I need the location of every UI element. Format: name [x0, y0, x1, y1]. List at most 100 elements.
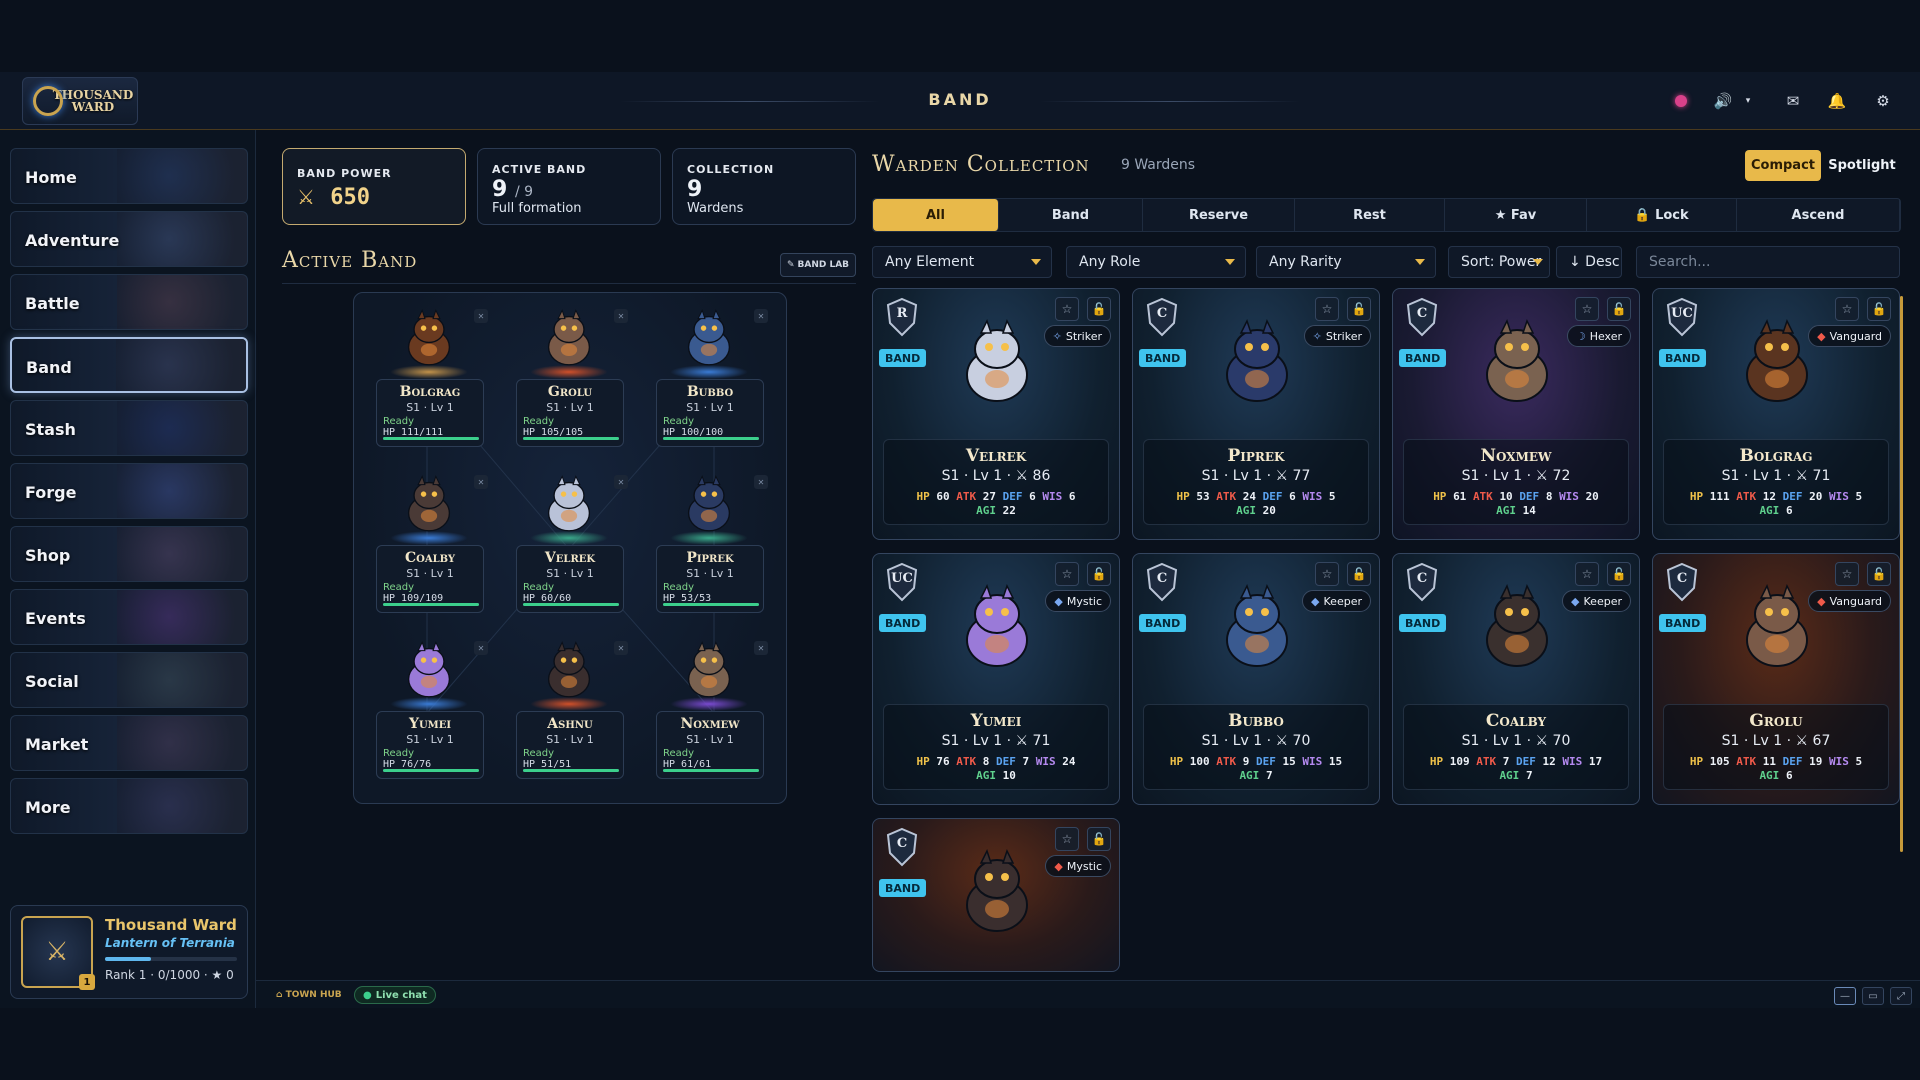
favorite-star-icon[interactable]: ☆: [1575, 297, 1599, 321]
tab-fav[interactable]: ★ Fav: [1445, 199, 1587, 231]
view-compact-button[interactable]: Compact: [1745, 150, 1821, 181]
warden-card[interactable]: C BAND ☆ 🔓 ◆ Mystic: [872, 818, 1120, 972]
role-filter-select[interactable]: Any Role: [1066, 246, 1246, 278]
view-spotlight-button[interactable]: Spotlight: [1824, 150, 1900, 181]
minimize-icon[interactable]: —: [1834, 987, 1856, 1005]
tab-rest[interactable]: Rest: [1295, 199, 1445, 231]
rarity-filter-select[interactable]: Any Rarity: [1256, 246, 1436, 278]
lock-icon[interactable]: 🔓: [1607, 562, 1631, 586]
warden-card[interactable]: C BAND ☆ 🔓 ☽ Hexer Noxmew S1 · Lv 1 · ⚔ 72 HP 61…: [1392, 288, 1640, 540]
tab-lock[interactable]: 🔒 Lock: [1587, 199, 1737, 231]
band-slot[interactable]: ✕ Ashnu S1 · Lv 1 Ready HP 51/51: [512, 633, 628, 791]
collection-title: Warden Collection: [872, 152, 1090, 177]
sidebar-item-band[interactable]: Band: [10, 337, 248, 393]
band-slot[interactable]: ✕ Bolgrag S1 · Lv 1 Ready HP 111/111: [372, 301, 488, 459]
sidebar-item-more[interactable]: More: [10, 778, 248, 834]
remove-icon[interactable]: ✕: [614, 475, 628, 489]
remove-icon[interactable]: ✕: [754, 641, 768, 655]
tab-ascend[interactable]: Ascend: [1737, 199, 1900, 231]
live-chat-label: Live chat: [375, 989, 427, 1001]
favorite-star-icon[interactable]: ☆: [1835, 562, 1859, 586]
lock-icon[interactable]: 🔓: [1347, 562, 1371, 586]
lock-icon[interactable]: 🔓: [1087, 297, 1111, 321]
warden-level: S1 · Lv 1: [686, 567, 734, 580]
warden-card[interactable]: UC BAND ☆ 🔓 ◆ Vanguard Bolgrag S1 · Lv 1 · ⚔ 71…: [1652, 288, 1900, 540]
speaker-icon[interactable]: 🔊: [1708, 86, 1738, 116]
favorite-star-icon[interactable]: ☆: [1835, 297, 1859, 321]
tab-band[interactable]: Band: [999, 199, 1143, 231]
settings-icon[interactable]: ⚙: [1868, 86, 1898, 116]
sidebar-item-battle[interactable]: Battle: [10, 274, 248, 330]
warden-stats: HP 61 ATK 10 DEF 8 WIS 20 AGI 14: [1404, 490, 1628, 518]
sidebar-item-shop[interactable]: Shop: [10, 526, 248, 582]
hp-bar: [383, 603, 479, 606]
lock-icon[interactable]: 🔓: [1867, 562, 1891, 586]
lock-icon[interactable]: 🔓: [1607, 297, 1631, 321]
sidebar-item-events[interactable]: Events: [10, 589, 248, 645]
warden-card[interactable]: UC BAND ☆ 🔓 ◆ Mystic Yumei S1 · Lv 1 · ⚔ 71 HP 7…: [872, 553, 1120, 805]
lock-icon[interactable]: 🔓: [1347, 297, 1371, 321]
player-profile-card[interactable]: ⚔ 1 Thousand Ward Lantern of Terrania Ra…: [10, 905, 248, 999]
warden-status: Ready: [523, 416, 555, 427]
town-hub-link[interactable]: ⌂ TOWN HUB: [276, 990, 342, 1000]
warden-name: Grolu: [547, 384, 593, 400]
sort-order-button[interactable]: ↓ Desc: [1556, 246, 1622, 278]
band-slot[interactable]: ✕ Grolu S1 · Lv 1 Ready HP 105/105: [512, 301, 628, 459]
sort-select[interactable]: Sort: Power: [1448, 246, 1550, 278]
favorite-star-icon[interactable]: ☆: [1315, 297, 1339, 321]
warden-sprite: [394, 471, 464, 539]
agi-stat-value: 6: [1785, 504, 1793, 517]
band-slot[interactable]: ✕ Piprek S1 · Lv 1 Ready HP 53/53: [652, 467, 768, 625]
favorite-star-icon[interactable]: ☆: [1055, 562, 1079, 586]
favorite-star-icon[interactable]: ☆: [1055, 827, 1079, 851]
hp-bar: [523, 437, 619, 440]
hp-stat-label: HP: [1689, 490, 1710, 503]
warden-level: S1 · Lv 1: [406, 401, 454, 414]
warden-card[interactable]: C BAND ☆ 🔓 ◆ Keeper Coalby S1 · Lv 1 · ⚔ 70 HP 1…: [1392, 553, 1640, 805]
sidebar-item-adventure[interactable]: Adventure: [10, 211, 248, 267]
lock-icon[interactable]: 🔓: [1867, 297, 1891, 321]
favorite-star-icon[interactable]: ☆: [1055, 297, 1079, 321]
remove-icon[interactable]: ✕: [474, 309, 488, 323]
sidebar-item-stash[interactable]: Stash: [10, 400, 248, 456]
band-slot[interactable]: ✕ Yumei S1 · Lv 1 Ready HP 76/76: [372, 633, 488, 791]
band-slot[interactable]: ✕ Bubbo S1 · Lv 1 Ready HP 100/100: [652, 301, 768, 459]
band-slot[interactable]: ✕ Velrek S1 · Lv 1 Ready HP 60/60: [512, 467, 628, 625]
band-slot[interactable]: ✕ Noxmew S1 · Lv 1 Ready HP 61/61: [652, 633, 768, 791]
remove-icon[interactable]: ✕: [474, 475, 488, 489]
window-icon[interactable]: ▭: [1862, 987, 1884, 1005]
record-icon[interactable]: [1666, 86, 1696, 116]
sidebar-item-social[interactable]: Social: [10, 652, 248, 708]
band-slot[interactable]: ✕ Coalby S1 · Lv 1 Ready HP 109/109: [372, 467, 488, 625]
collection-scrollbar[interactable]: [1900, 296, 1903, 852]
expand-icon[interactable]: ⤢: [1890, 987, 1912, 1005]
sidebar-item-home[interactable]: Home: [10, 148, 248, 204]
sidebar-item-market[interactable]: Market: [10, 715, 248, 771]
band-power-label: BAND POWER: [297, 167, 392, 180]
agi-stat-value: 10: [1002, 769, 1016, 782]
warden-card[interactable]: C BAND ☆ 🔓 ✧ Striker Piprek S1 · Lv 1 · ⚔ 77 HP …: [1132, 288, 1380, 540]
search-input[interactable]: Search...: [1636, 246, 1900, 278]
mail-icon[interactable]: ✉: [1778, 86, 1808, 116]
lock-icon[interactable]: 🔓: [1087, 562, 1111, 586]
warden-card[interactable]: R BAND ☆ 🔓 ✧ Striker Velrek S1 · Lv 1 · ⚔ 86 HP …: [872, 288, 1120, 540]
remove-icon[interactable]: ✕: [754, 475, 768, 489]
favorite-star-icon[interactable]: ☆: [1575, 562, 1599, 586]
warden-card[interactable]: C BAND ☆ 🔓 ◆ Vanguard Grolu S1 · Lv 1 · ⚔ 67 HP …: [1652, 553, 1900, 805]
chevron-down-icon[interactable]: ▾: [1740, 86, 1756, 116]
remove-icon[interactable]: ✕: [754, 309, 768, 323]
warden-card[interactable]: C BAND ☆ 🔓 ◆ Keeper Bubbo S1 · Lv 1 · ⚔ 70 HP 10…: [1132, 553, 1380, 805]
bell-icon[interactable]: 🔔: [1822, 86, 1852, 116]
active-band-max: / 9: [514, 184, 534, 200]
remove-icon[interactable]: ✕: [474, 641, 488, 655]
lock-icon[interactable]: 🔓: [1087, 827, 1111, 851]
live-chat-button[interactable]: ● Live chat: [354, 986, 436, 1004]
band-lab-button[interactable]: ✎ BAND LAB: [780, 253, 856, 277]
remove-icon[interactable]: ✕: [614, 641, 628, 655]
tab-reserve[interactable]: Reserve: [1143, 199, 1295, 231]
tab-all[interactable]: All: [873, 199, 999, 231]
remove-icon[interactable]: ✕: [614, 309, 628, 323]
sidebar-item-forge[interactable]: Forge: [10, 463, 248, 519]
favorite-star-icon[interactable]: ☆: [1315, 562, 1339, 586]
element-filter-select[interactable]: Any Element: [872, 246, 1052, 278]
